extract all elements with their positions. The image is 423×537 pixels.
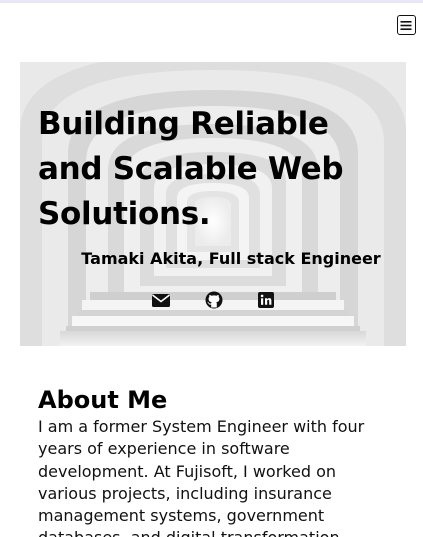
hamburger-icon [400, 20, 412, 30]
top-border [0, 0, 423, 3]
linkedin-link[interactable] [256, 290, 276, 310]
menu-toggle-button[interactable] [397, 15, 416, 35]
linkedin-icon [258, 292, 274, 308]
about-text: I am a former System Engineer with four … [38, 417, 365, 537]
social-links [151, 290, 281, 310]
email-link[interactable] [151, 290, 171, 310]
about-section: About Me I am a former System Engineer w… [38, 384, 383, 537]
github-icon [205, 291, 223, 309]
page: Building Reliable and Scalable Web Solut… [0, 0, 423, 537]
about-heading: About Me [38, 386, 168, 414]
hero-section: Building Reliable and Scalable Web Solut… [20, 62, 406, 346]
hero-subtitle: Tamaki Akita, Full stack Engineer [81, 249, 381, 268]
hero-title: Building Reliable and Scalable Web Solut… [38, 106, 344, 232]
envelope-icon [152, 294, 170, 307]
github-link[interactable] [204, 290, 224, 310]
